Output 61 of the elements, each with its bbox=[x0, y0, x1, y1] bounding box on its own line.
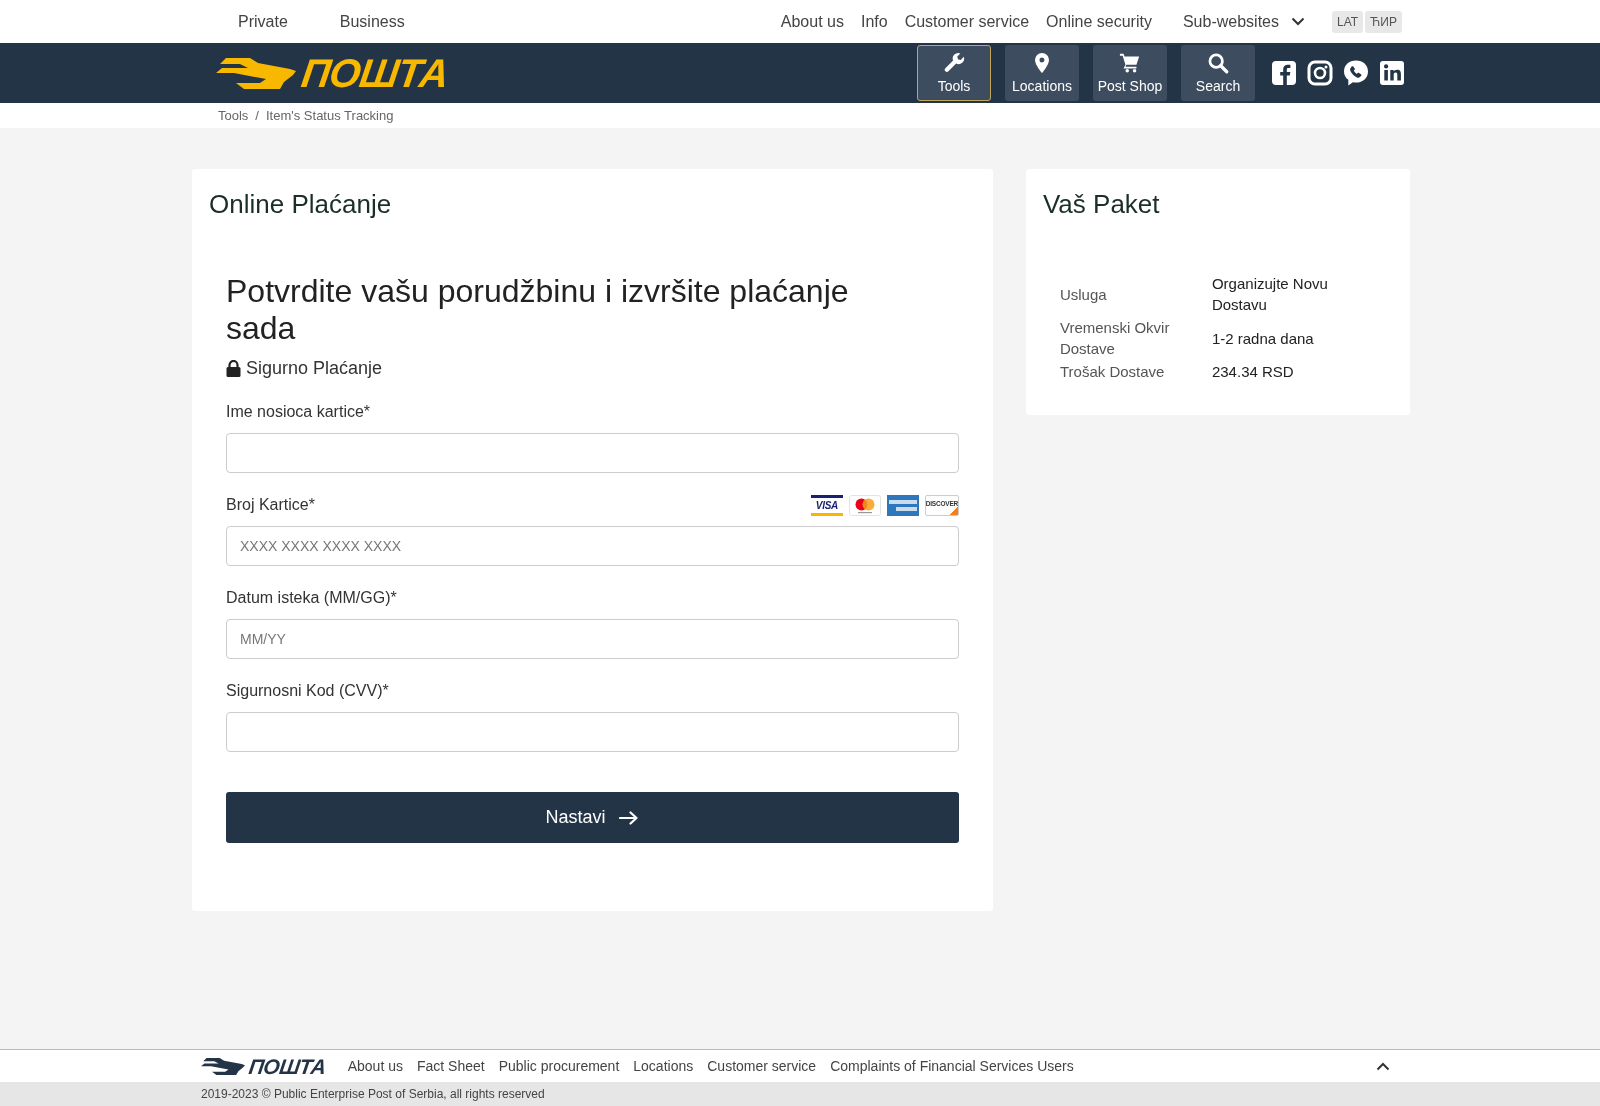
logo-text[interactable]: ПОШТА bbox=[247, 1055, 328, 1077]
detail-value: Organizujte Novu Dostavu bbox=[1211, 274, 1329, 315]
top-nav-link[interactable]: Info bbox=[860, 12, 888, 31]
logo-wings-icon[interactable] bbox=[216, 57, 296, 89]
nav-button[interactable]: Tools bbox=[917, 45, 991, 101]
detail-value: 234.34 RSD bbox=[1211, 362, 1295, 382]
secure-payment-note: Sigurno Plaćanje bbox=[246, 357, 383, 379]
phone-bubble-icon[interactable] bbox=[1342, 59, 1370, 87]
card-title: Online Plaćanje bbox=[209, 189, 393, 219]
input-field[interactable] bbox=[226, 712, 959, 752]
footer-link[interactable]: Locations bbox=[633, 1058, 694, 1074]
top-nav-link[interactable]: Customer service bbox=[904, 12, 1030, 31]
top-nav-link[interactable]: Online security bbox=[1046, 12, 1152, 31]
chevron-down-icon bbox=[1291, 17, 1305, 26]
logo-wings-icon[interactable] bbox=[201, 1057, 245, 1075]
amex-card-icon bbox=[886, 494, 919, 516]
input-field[interactable]: MM/YY bbox=[226, 619, 959, 659]
breadcrumb-current: Item's Status Tracking bbox=[266, 108, 394, 123]
top-nav-link[interactable]: About us bbox=[780, 12, 844, 31]
linkedin-icon[interactable] bbox=[1378, 59, 1406, 87]
wrench-icon bbox=[943, 52, 965, 74]
arrow-right-icon bbox=[619, 810, 640, 825]
language-button[interactable]: LAT bbox=[1332, 10, 1364, 33]
field-label: Datum isteka (MM/GG)* bbox=[226, 588, 397, 608]
field-label: Sigurnosni Kod (CVV)* bbox=[226, 681, 389, 701]
footer-link[interactable]: About us bbox=[347, 1058, 403, 1074]
payment-heading: Potvrdite vašu porudžbinu i izvršite plaćanje sada bbox=[226, 273, 850, 347]
language-button[interactable]: ЋИР bbox=[1365, 10, 1402, 33]
segment-link[interactable]: Business bbox=[339, 12, 405, 31]
lock-icon bbox=[226, 359, 241, 377]
instagram-icon[interactable] bbox=[1306, 59, 1334, 87]
footer-link[interactable]: Fact Sheet bbox=[416, 1058, 485, 1074]
facebook-icon[interactable] bbox=[1270, 59, 1298, 87]
detail-label: Usluga bbox=[1059, 284, 1108, 305]
footer-link[interactable]: Customer service bbox=[707, 1058, 817, 1074]
detail-label: Trošak Dostave bbox=[1059, 362, 1166, 382]
segment-link[interactable]: Private bbox=[238, 12, 288, 31]
detail-value: 1-2 radna dana bbox=[1211, 328, 1315, 349]
input-field[interactable]: XXXX XXXX XXXX XXXX bbox=[226, 526, 959, 566]
nav-button[interactable]: Search bbox=[1181, 45, 1255, 101]
visa-logo: VISA bbox=[810, 494, 843, 516]
copyright-text: 2019-2023 © Public Enterprise Post of Serbia, all rights reserved bbox=[201, 1087, 545, 1101]
continue-button[interactable]: Nastavi bbox=[226, 792, 959, 843]
field-label: Ime nosioca kartice* bbox=[226, 402, 371, 422]
field-label: Broj Kartice* bbox=[226, 495, 315, 515]
search-icon bbox=[1207, 52, 1229, 74]
nav-button[interactable]: Post Shop bbox=[1093, 45, 1167, 101]
nav-button[interactable]: Locations bbox=[1005, 45, 1079, 101]
breadcrumb-separator: / bbox=[255, 108, 259, 123]
card-title: Vaš Paket bbox=[1042, 189, 1161, 219]
breadcrumb-link[interactable]: Tools bbox=[218, 108, 249, 123]
footer-link[interactable]: Public procurement bbox=[498, 1058, 620, 1074]
mastercard-icon bbox=[848, 494, 881, 516]
footer-link[interactable]: Complaints of Financial Services Users bbox=[830, 1058, 1074, 1074]
cart-icon bbox=[1119, 52, 1141, 74]
logo-text[interactable]: ПОШТА bbox=[299, 53, 451, 93]
input-field[interactable] bbox=[226, 433, 959, 473]
chevron-up-icon bbox=[1376, 1061, 1390, 1071]
sub-websites-dropdown[interactable]: Sub-websites bbox=[1182, 12, 1305, 31]
scroll-up-button[interactable] bbox=[1376, 1061, 1390, 1071]
detail-label: Vremenski Okvir Dostave bbox=[1059, 318, 1171, 359]
